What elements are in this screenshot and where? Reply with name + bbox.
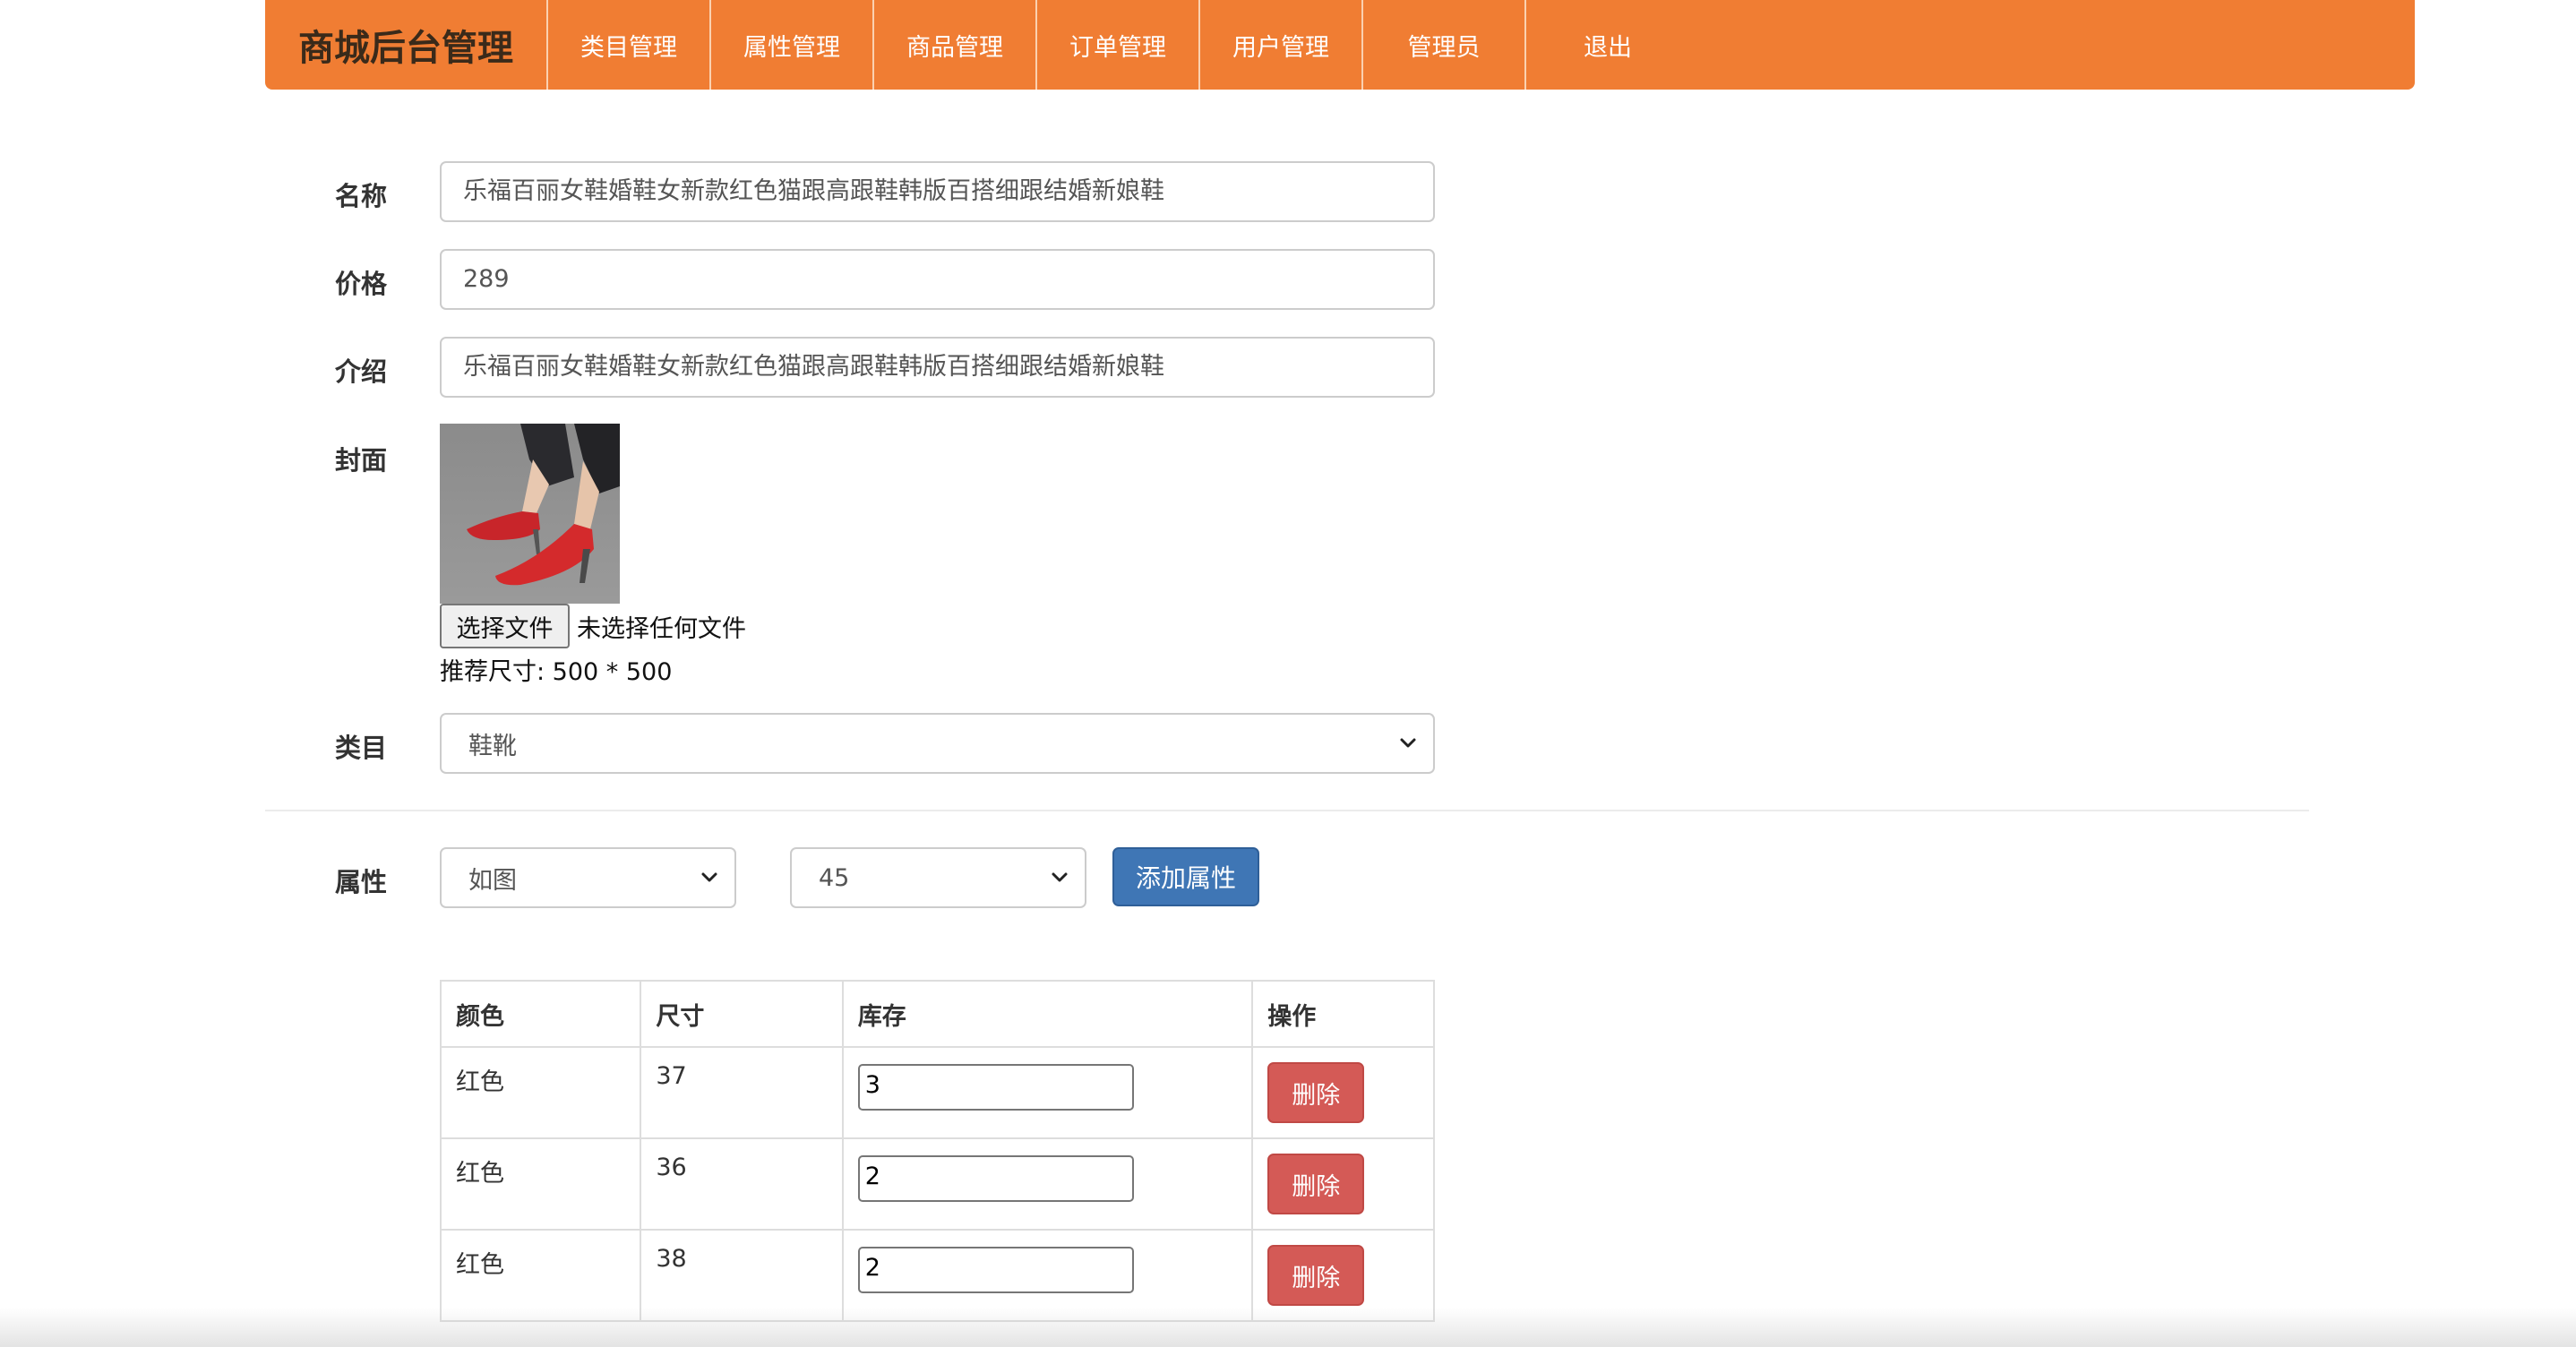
- red-high-heel-shoe-photo: [440, 424, 620, 604]
- file-status-text: 未选择任何文件: [577, 615, 746, 643]
- size-select[interactable]: 45: [790, 847, 1086, 908]
- section-divider: [265, 810, 2309, 811]
- header-size: 尺寸: [640, 980, 844, 1048]
- cell-color: 红色: [439, 1137, 642, 1231]
- category-select[interactable]: 鞋靴: [440, 713, 1435, 774]
- nav-user-management[interactable]: 用户管理: [1200, 0, 1363, 90]
- nav-order-management[interactable]: 订单管理: [1037, 0, 1200, 90]
- price-input[interactable]: 289: [440, 249, 1435, 310]
- cover-label: 封面: [335, 445, 388, 476]
- nav-category-management[interactable]: 类目管理: [548, 0, 711, 90]
- price-label: 价格: [335, 269, 388, 299]
- stock-input[interactable]: 2: [857, 1247, 1134, 1293]
- category-select-value: 鞋靴: [468, 732, 517, 760]
- table-header-row: 颜色 尺寸 库存 操作: [439, 980, 1435, 1048]
- cell-color: 红色: [439, 1046, 642, 1139]
- header-stock: 库存: [841, 980, 1254, 1048]
- nav-administrator[interactable]: 管理员: [1363, 0, 1526, 90]
- sku-table: 颜色 尺寸 库存 操作 红色 37 3 删除 红色 36 2 删除 红色 38 …: [439, 980, 1435, 1322]
- size-select-value: 45: [819, 863, 850, 892]
- brand-title[interactable]: 商城后台管理: [265, 0, 548, 90]
- delete-button[interactable]: 删除: [1267, 1062, 1365, 1123]
- table-row: 红色 36 2 删除: [439, 1137, 1435, 1231]
- header-action: 操作: [1251, 980, 1435, 1048]
- cell-action: 删除: [1251, 1046, 1435, 1139]
- intro-input[interactable]: 乐福百丽女鞋婚鞋女新款红色猫跟高跟鞋韩版百搭细跟结婚新娘鞋: [440, 337, 1435, 398]
- window-bottom-shadow: [0, 1308, 2576, 1347]
- delete-button[interactable]: 删除: [1267, 1154, 1365, 1214]
- stock-input[interactable]: 3: [857, 1064, 1134, 1111]
- name-input[interactable]: 乐福百丽女鞋婚鞋女新款红色猫跟高跟鞋韩版百搭细跟结婚新娘鞋: [440, 161, 1435, 222]
- stock-input[interactable]: 2: [857, 1155, 1134, 1202]
- nav-logout[interactable]: 退出: [1526, 0, 1689, 90]
- color-select[interactable]: 如图: [440, 847, 736, 908]
- size-hint: 推荐尺寸: 500 * 500: [440, 658, 673, 686]
- cell-size: 36: [640, 1137, 844, 1231]
- top-navbar: 商城后台管理 类目管理 属性管理 商品管理 订单管理 用户管理 管理员 退出: [265, 0, 2415, 90]
- nav-attribute-management[interactable]: 属性管理: [711, 0, 874, 90]
- cover-image: [440, 424, 620, 604]
- cell-action: 删除: [1251, 1137, 1435, 1231]
- add-attribute-button[interactable]: 添加属性: [1112, 847, 1259, 906]
- cell-stock: 3: [841, 1046, 1254, 1139]
- nav-product-management[interactable]: 商品管理: [874, 0, 1037, 90]
- intro-label: 介绍: [335, 356, 388, 387]
- cell-size: 37: [640, 1046, 844, 1139]
- cell-stock: 2: [841, 1137, 1254, 1231]
- chevron-down-icon: [701, 872, 717, 882]
- attribute-label: 属性: [335, 867, 388, 897]
- table-row: 红色 37 3 删除: [439, 1046, 1435, 1139]
- chevron-down-icon: [1400, 738, 1416, 748]
- name-label: 名称: [335, 181, 388, 211]
- chevron-down-icon: [1052, 872, 1068, 882]
- header-color: 颜色: [439, 980, 642, 1048]
- delete-button[interactable]: 删除: [1267, 1245, 1365, 1306]
- category-label: 类目: [335, 733, 388, 763]
- choose-file-button[interactable]: 选择文件: [440, 604, 570, 648]
- color-select-value: 如图: [468, 866, 517, 895]
